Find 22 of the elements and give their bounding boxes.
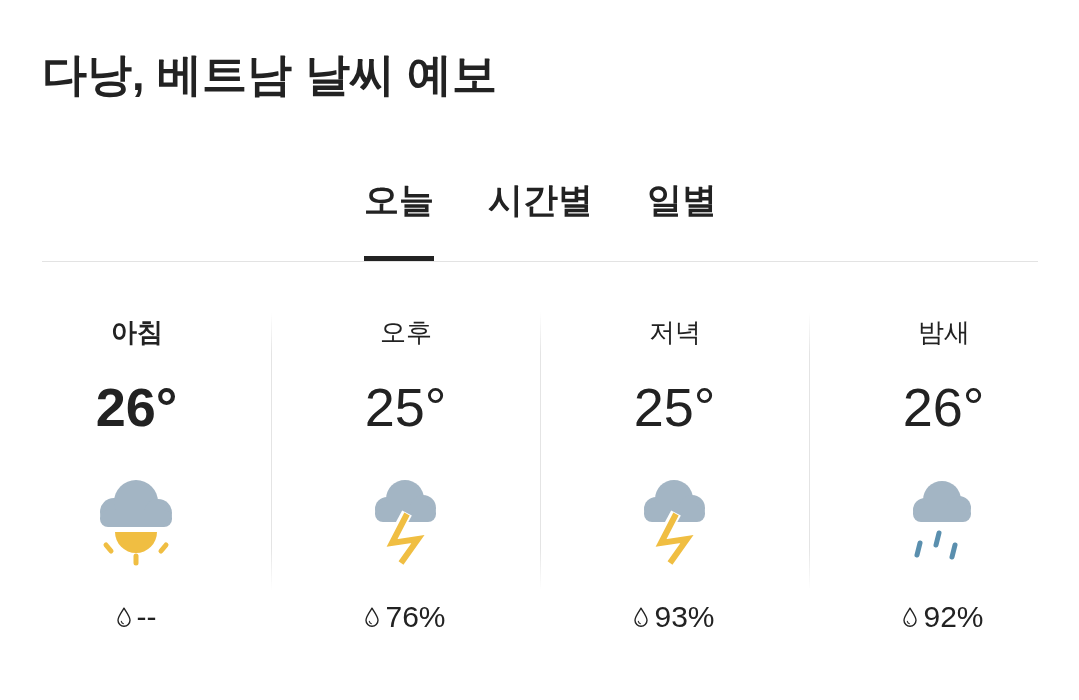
tab[interactable]: 시간별 xyxy=(487,178,593,261)
thunderstorm-icon xyxy=(642,478,707,566)
period-label: 밤새 xyxy=(917,316,970,349)
period-label: 아침 xyxy=(110,316,163,349)
precipitation-text: 92% xyxy=(923,599,984,635)
precipitation-text: 93% xyxy=(654,599,715,635)
thunderstorm-icon xyxy=(373,478,438,566)
temperature-text: 26° xyxy=(95,377,178,437)
temperature-text: 26° xyxy=(902,377,985,437)
precipitation-text: 76% xyxy=(385,599,446,635)
tab[interactable]: 일별 xyxy=(646,178,717,261)
droplet-icon xyxy=(903,607,918,627)
tab[interactable]: 오늘 xyxy=(363,178,434,261)
droplet-icon xyxy=(634,607,649,627)
period-label: 오후 xyxy=(379,316,432,349)
page-title: 다낭, 베트남 날씨 예보 xyxy=(42,49,497,101)
droplet-icon xyxy=(365,607,380,627)
temperature-text: 25° xyxy=(633,377,716,437)
precipitation-text: -- xyxy=(136,599,157,635)
period-label: 저녁 xyxy=(648,316,701,349)
temperature-text: 25° xyxy=(364,377,447,437)
droplet-icon xyxy=(116,607,131,627)
